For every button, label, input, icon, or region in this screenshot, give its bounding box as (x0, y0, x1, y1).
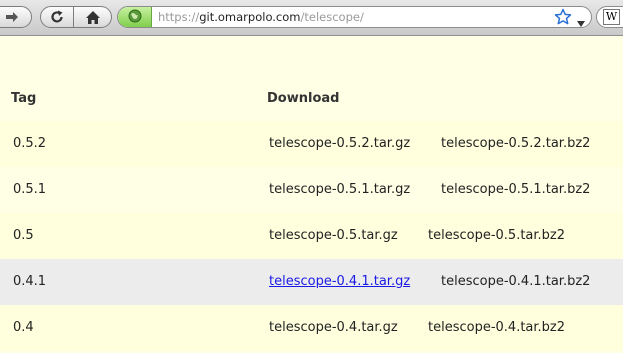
tag-cell: 0.5.2 (13, 136, 47, 151)
download-tar-gz-link[interactable]: telescope-0.4.tar.gz (269, 320, 398, 335)
globe-icon (128, 8, 142, 27)
table-row: 0.5.1 telescope-0.5.1.tar.gz telescope-0.5… (0, 167, 623, 213)
table-row: 0.4.1 telescope-0.4.1.tar.gz telescope-0.4… (0, 259, 623, 305)
browser-toolbar: https://git.omarpolo.com/telescope/ W (0, 0, 623, 36)
url-host: git.omarpolo.com (199, 10, 301, 24)
download-tar-gz-link[interactable]: telescope-0.4.1.tar.gz (269, 274, 410, 289)
download-tar-bz2-link[interactable]: telescope-0.4.1.tar.bz2 (441, 274, 590, 289)
tag-cell: 0.5.1 (13, 182, 47, 197)
table-header: Tag Download (0, 83, 623, 115)
table-row: 0.4 telescope-0.4.tar.gz telescope-0.4.tar… (0, 305, 623, 351)
url-text[interactable]: https://git.omarpolo.com/telescope/ (158, 10, 364, 24)
search-engine-icon[interactable]: W (603, 9, 620, 25)
download-tar-bz2-link[interactable]: telescope-0.5.1.tar.bz2 (441, 182, 590, 197)
search-bar[interactable]: W (596, 6, 623, 28)
url-history-dropdown-icon[interactable] (576, 13, 586, 32)
download-tar-bz2-link[interactable]: telescope-0.5.tar.bz2 (428, 228, 565, 243)
home-button[interactable] (74, 6, 112, 28)
reload-icon (49, 9, 65, 25)
download-tar-gz-link[interactable]: telescope-0.5.2.tar.gz (269, 136, 410, 151)
tags-table: 0.5.2 telescope-0.5.2.tar.gz telescope-0.5… (0, 121, 623, 351)
forward-arrow-icon (4, 10, 20, 24)
reload-button[interactable] (40, 6, 74, 28)
download-tar-bz2-link[interactable]: telescope-0.5.2.tar.bz2 (441, 136, 590, 151)
bookmark-star-icon[interactable] (554, 8, 572, 30)
url-path: /telescope/ (300, 10, 364, 24)
home-icon (85, 10, 101, 25)
table-row: 0.5.2 telescope-0.5.2.tar.gz telescope-0.5… (0, 121, 623, 167)
forward-button[interactable] (0, 6, 32, 28)
download-tar-gz-link[interactable]: telescope-0.5.tar.gz (269, 228, 398, 243)
tag-cell: 0.5 (13, 228, 34, 243)
download-tar-bz2-link[interactable]: telescope-0.4.tar.bz2 (428, 320, 565, 335)
address-bar[interactable]: https://git.omarpolo.com/telescope/ (117, 6, 592, 28)
tag-cell: 0.4.1 (13, 274, 47, 289)
table-row: 0.5 telescope-0.5.tar.gz telescope-0.5.tar… (0, 213, 623, 259)
download-tar-gz-link[interactable]: telescope-0.5.1.tar.gz (269, 182, 410, 197)
column-header-tag: Tag (11, 91, 37, 106)
page-content: Tag Download 0.5.2 telescope-0.5.2.tar.gz… (0, 37, 623, 353)
url-prefix: https:// (158, 10, 200, 24)
site-identity-button[interactable] (118, 7, 152, 27)
column-header-download: Download (267, 91, 340, 106)
tag-cell: 0.4 (13, 320, 34, 335)
